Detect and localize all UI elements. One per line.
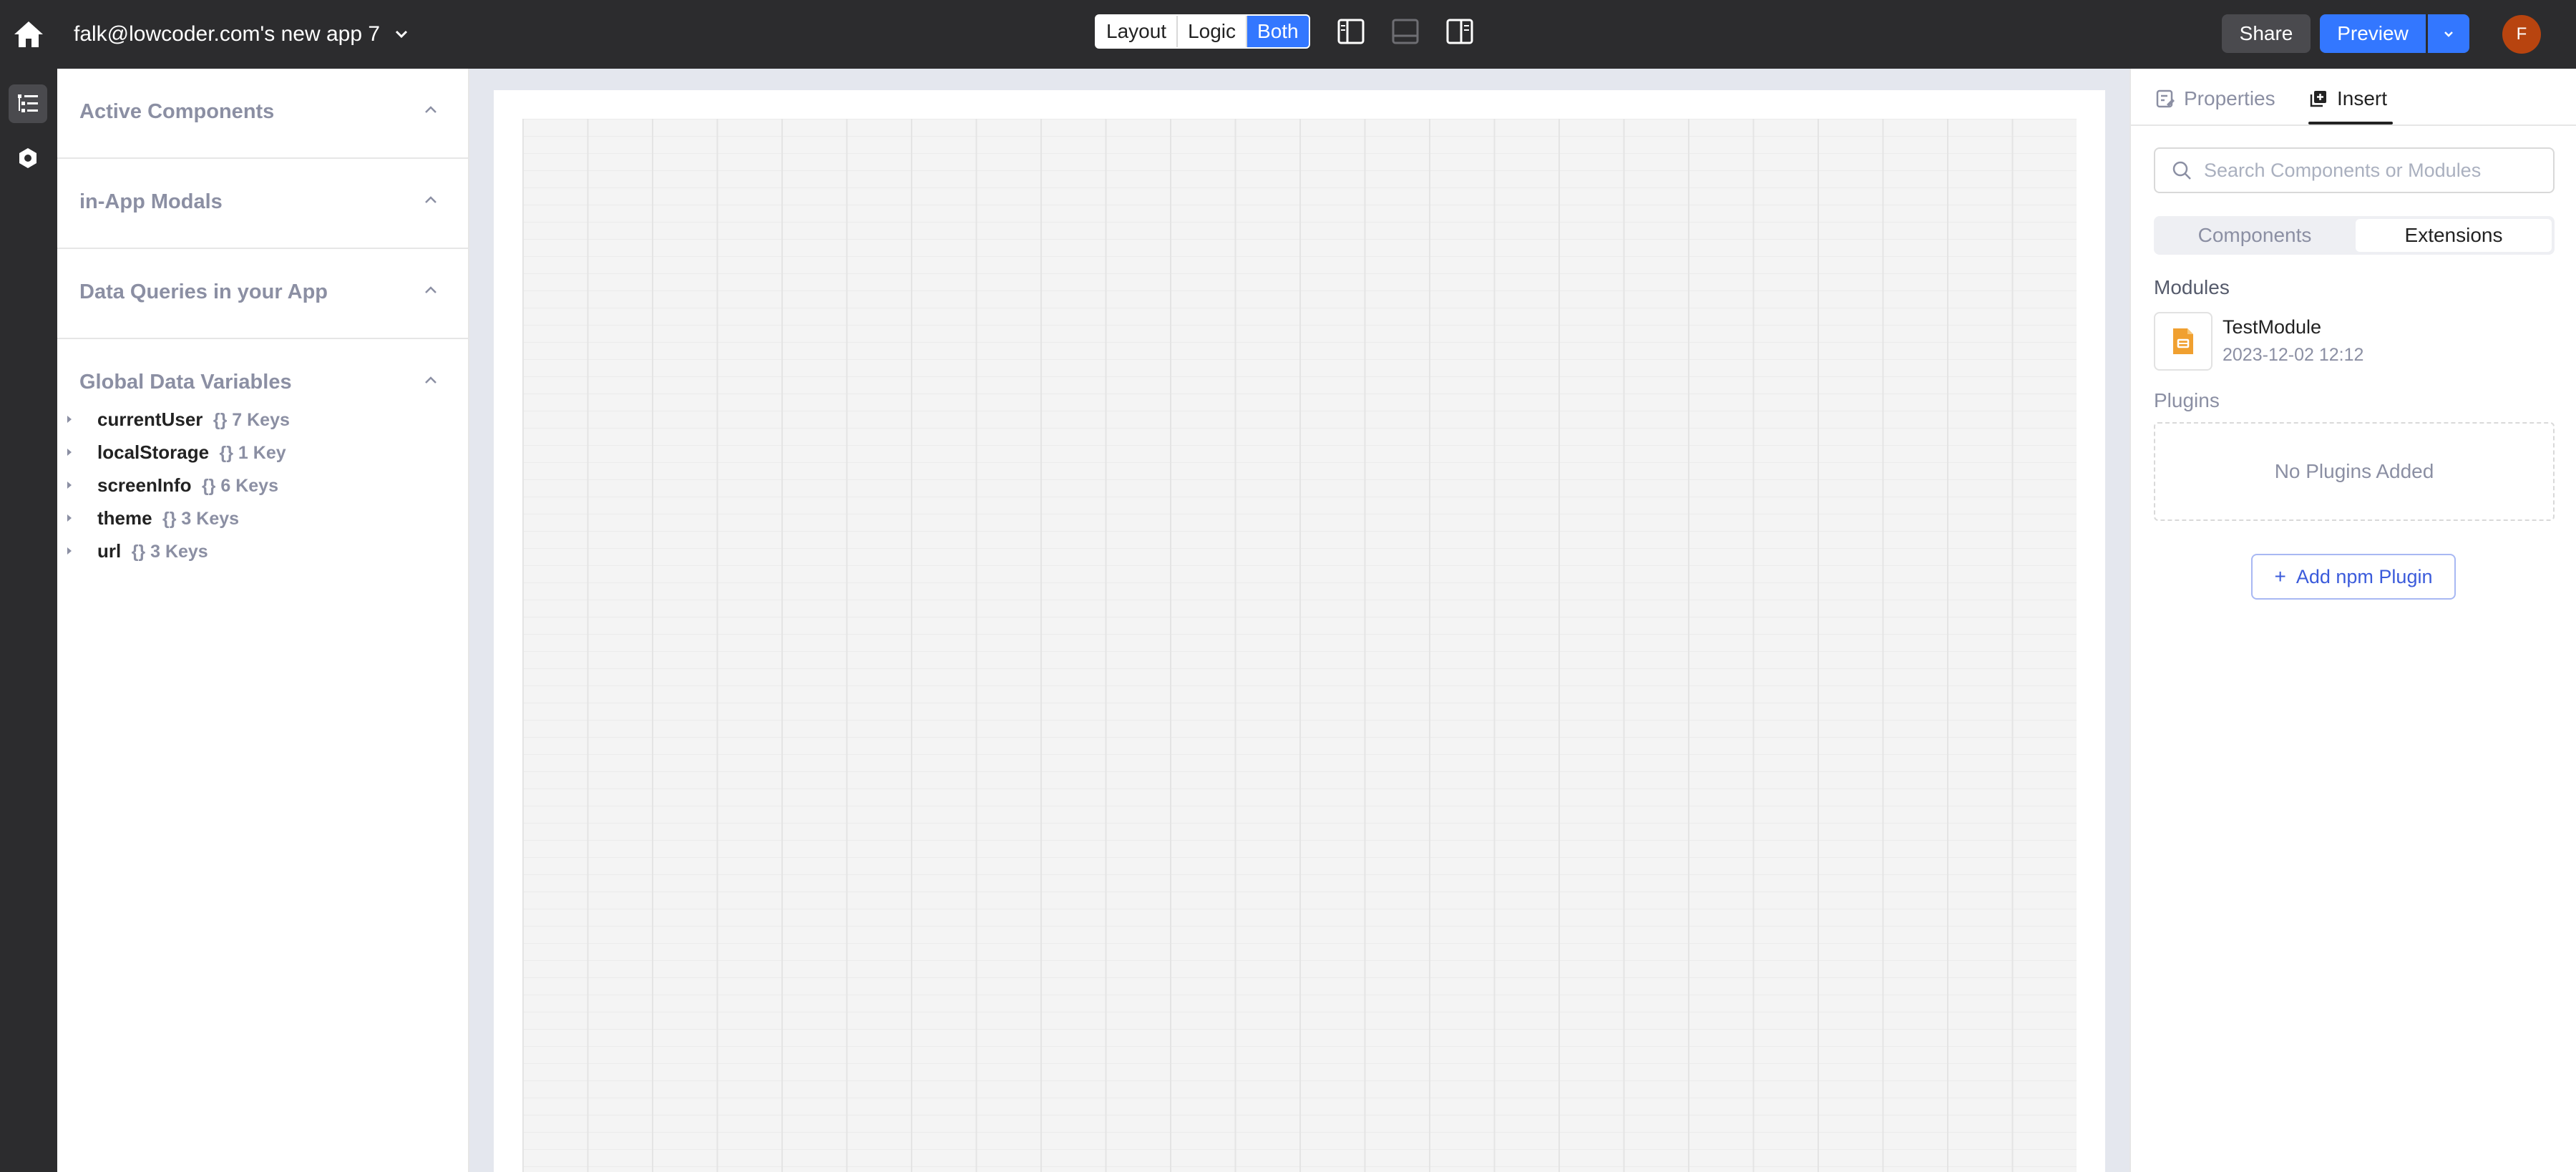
section-title: Global Data Variables bbox=[79, 371, 292, 394]
plus-icon: + bbox=[2274, 565, 2286, 587]
chevron-up-icon[interactable] bbox=[420, 279, 441, 301]
modules-label: Modules bbox=[2154, 276, 2230, 298]
variable-row-theme[interactable]: theme {} 3 Keys bbox=[57, 504, 469, 532]
variable-meta: {} 1 Key bbox=[219, 442, 286, 463]
section-global-data-variables[interactable]: Global Data Variables bbox=[57, 339, 469, 396]
toggle-left-panel-icon[interactable] bbox=[1337, 17, 1365, 46]
variable-meta: {} 6 Keys bbox=[201, 475, 278, 496]
tab-label: Properties bbox=[2184, 87, 2275, 109]
app-title-dropdown[interactable]: falk@lowcoder.com's new app 7 bbox=[74, 19, 410, 50]
home-icon[interactable] bbox=[11, 17, 46, 52]
add-npm-plugin-button[interactable]: + Add npm Plugin bbox=[2251, 554, 2456, 600]
no-plugins-text: No Plugins Added bbox=[2274, 460, 2434, 482]
mode-logic[interactable]: Logic bbox=[1178, 16, 1248, 47]
section-in-app-modals[interactable]: in-App Modals bbox=[57, 159, 469, 249]
chevron-down-icon bbox=[396, 30, 408, 39]
module-date: 2023-12-02 12:12 bbox=[2223, 345, 2364, 365]
module-name: TestModule bbox=[2223, 316, 2322, 338]
plugins-empty-state: No Plugins Added bbox=[2154, 422, 2555, 521]
toggle-right-panel-icon[interactable] bbox=[1445, 17, 1474, 46]
variable-row-currentuser[interactable]: currentUser {} 7 Keys bbox=[57, 405, 469, 434]
module-file-icon bbox=[2154, 312, 2212, 371]
mode-both[interactable]: Both bbox=[1247, 16, 1309, 47]
switch-extensions[interactable]: Extensions bbox=[2356, 219, 2552, 252]
left-icon-rail bbox=[0, 69, 57, 1172]
expand-triangle-icon[interactable] bbox=[64, 447, 74, 457]
tab-properties[interactable]: Properties bbox=[2155, 84, 2275, 113]
editor-mode-toggle: Layout Logic Both bbox=[1095, 14, 1310, 49]
search-field[interactable] bbox=[2154, 147, 2555, 193]
section-title: Data Queries in your App bbox=[79, 280, 328, 303]
variable-name: currentUser bbox=[97, 408, 203, 430]
canvas-area bbox=[469, 69, 2129, 1172]
module-item[interactable]: TestModule 2023-12-02 12:12 bbox=[2154, 312, 2555, 372]
toggle-bottom-panel-icon[interactable] bbox=[1391, 17, 1420, 46]
left-panel: Active Components in-App Modals Data Que… bbox=[57, 69, 469, 1172]
variable-meta: {} 3 Keys bbox=[162, 508, 240, 529]
chevron-up-icon[interactable] bbox=[420, 189, 441, 210]
top-header: falk@lowcoder.com's new app 7 Layout Log… bbox=[0, 0, 2576, 69]
section-active-components[interactable]: Active Components bbox=[57, 69, 469, 159]
mode-layout[interactable]: Layout bbox=[1096, 16, 1179, 47]
explorer-icon[interactable] bbox=[9, 84, 47, 123]
plugins-label: Plugins bbox=[2154, 389, 2220, 411]
preview-button[interactable]: Preview bbox=[2320, 14, 2426, 53]
expand-triangle-icon[interactable] bbox=[64, 480, 74, 490]
app-title: falk@lowcoder.com's new app 7 bbox=[74, 22, 381, 46]
variable-meta: {} 3 Keys bbox=[131, 541, 208, 562]
share-button[interactable]: Share bbox=[2222, 14, 2311, 53]
tab-insert[interactable]: Insert bbox=[2308, 84, 2387, 113]
switch-components[interactable]: Components bbox=[2157, 219, 2353, 252]
active-tab-underline bbox=[2308, 122, 2393, 124]
insert-icon bbox=[2310, 91, 2326, 107]
tab-label: Insert bbox=[2337, 87, 2388, 109]
section-data-queries[interactable]: Data Queries in your App bbox=[57, 249, 469, 339]
variable-row-localstorage[interactable]: localStorage {} 1 Key bbox=[57, 438, 469, 467]
preview-dropdown-button[interactable] bbox=[2428, 14, 2469, 53]
variable-meta: {} 7 Keys bbox=[213, 409, 290, 430]
variable-row-url[interactable]: url {} 3 Keys bbox=[57, 537, 469, 565]
expand-triangle-icon[interactable] bbox=[64, 513, 74, 523]
chevron-down-icon bbox=[2444, 31, 2453, 37]
section-title: in-App Modals bbox=[79, 190, 223, 213]
variable-name: screenInfo bbox=[97, 474, 192, 496]
variable-name: theme bbox=[97, 507, 152, 529]
canvas-grid[interactable] bbox=[522, 119, 2077, 1172]
insert-type-switch: Components Extensions bbox=[2154, 216, 2555, 255]
variable-name: url bbox=[97, 539, 122, 562]
right-panel: Properties Insert Components Extensions … bbox=[2129, 69, 2576, 1172]
search-icon bbox=[2172, 161, 2191, 180]
variable-name: localStorage bbox=[97, 441, 210, 463]
chevron-up-icon[interactable] bbox=[420, 369, 441, 391]
variable-row-screeninfo[interactable]: screenInfo {} 6 Keys bbox=[57, 471, 469, 499]
right-panel-tabs: Properties Insert bbox=[2131, 69, 2576, 126]
settings-hexagon-icon[interactable] bbox=[9, 139, 47, 177]
chevron-up-icon[interactable] bbox=[420, 99, 441, 120]
app-canvas[interactable] bbox=[494, 90, 2105, 1172]
expand-triangle-icon[interactable] bbox=[64, 546, 74, 556]
expand-triangle-icon[interactable] bbox=[64, 414, 74, 424]
search-input[interactable] bbox=[2204, 159, 2547, 182]
section-title: Active Components bbox=[79, 100, 275, 123]
add-plugin-label: Add npm Plugin bbox=[2296, 565, 2433, 587]
user-avatar[interactable]: F bbox=[2502, 15, 2541, 54]
properties-icon bbox=[2156, 89, 2175, 108]
